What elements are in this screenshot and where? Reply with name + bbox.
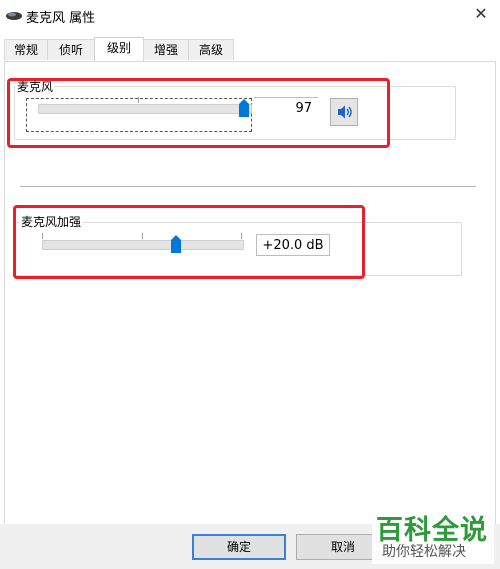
tab-bar: 常规 侦听 级别 增强 高级 — [0, 37, 500, 62]
tab-enhancements[interactable]: 增强 — [143, 39, 189, 60]
microphone-icon — [6, 12, 22, 20]
tab-listen[interactable]: 侦听 — [47, 39, 95, 60]
title-bar: 麦克风 属性 ✕ — [0, 0, 500, 30]
highlight-box-microphone — [7, 78, 390, 148]
separator — [20, 186, 476, 187]
watermark-subtitle: 助你轻松解决 — [382, 544, 466, 560]
watermark: 百科全说 助你轻松解决 — [372, 508, 494, 564]
ok-button[interactable]: 确定 — [192, 534, 286, 560]
tab-advanced[interactable]: 高级 — [188, 39, 234, 60]
tab-general[interactable]: 常规 — [4, 39, 48, 60]
highlight-box-boost — [13, 205, 365, 279]
close-button[interactable]: ✕ — [462, 0, 500, 30]
tab-levels[interactable]: 级别 — [94, 37, 144, 62]
window-title: 麦克风 属性 — [26, 11, 96, 26]
